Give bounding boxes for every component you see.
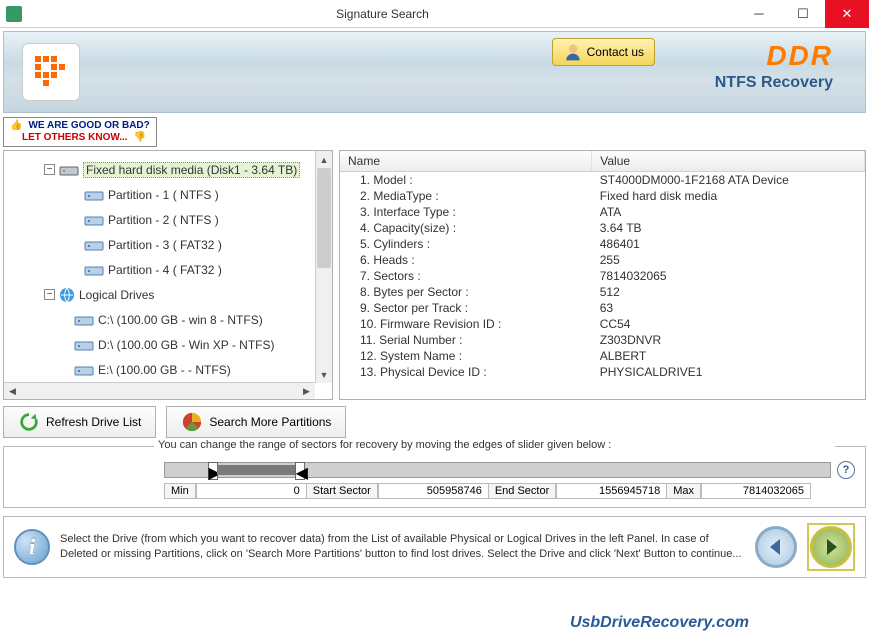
brand-name: DDR [715,40,833,72]
app-icon [6,6,22,22]
contact-us-button[interactable]: Contact us [552,38,655,66]
max-value: 7814032065 [701,483,811,499]
refresh-drive-list-button[interactable]: Refresh Drive List [3,406,156,438]
globe-icon [59,287,75,303]
help-icon[interactable]: ? [837,461,855,479]
info-icon: i [14,529,50,565]
review-button[interactable]: 👍 WE ARE GOOD OR BAD? LET OTHERS KNOW...… [3,117,157,147]
tree-partition-item[interactable]: Partition - 4 ( FAT32 ) [4,257,332,282]
table-row[interactable]: 13. Physical Device ID :PHYSICALDRIVE1 [340,364,865,380]
table-row[interactable]: 9. Sector per Track :63 [340,300,865,316]
table-row[interactable]: 11. Serial Number :Z303DNVR [340,332,865,348]
max-label: Max [666,483,701,499]
refresh-icon [18,411,40,433]
slider-end-handle[interactable]: ◀ [295,462,305,480]
scroll-right-icon[interactable]: ▶ [298,383,315,399]
table-row[interactable]: 5. Cylinders :486401 [340,236,865,252]
partition-icon [74,313,94,327]
table-row[interactable]: 12. System Name :ALBERT [340,348,865,364]
header-banner: Contact us DDR NTFS Recovery [3,31,866,113]
partition-icon [84,213,104,227]
table-row[interactable]: 3. Interface Type :ATA [340,204,865,220]
table-row[interactable]: 8. Bytes per Sector :512 [340,284,865,300]
partition-icon [84,188,104,202]
scroll-up-icon[interactable]: ▲ [316,151,332,168]
contact-label: Contact us [587,45,644,59]
table-row[interactable]: 2. MediaType :Fixed hard disk media [340,188,865,204]
col-value[interactable]: Value [592,151,865,172]
start-sector-value[interactable]: 505958746 [378,483,488,499]
col-name[interactable]: Name [340,151,592,172]
table-row[interactable]: 4. Capacity(size) :3.64 TB [340,220,865,236]
arrow-left-icon [766,537,786,557]
scroll-thumb[interactable] [317,168,331,268]
collapse-icon[interactable]: − [44,164,55,175]
end-sector-label: End Sector [488,483,556,499]
scroll-down-icon[interactable]: ▼ [316,366,332,383]
arrow-right-icon [821,537,841,557]
end-sector-value[interactable]: 1556945718 [556,483,666,499]
properties-table: Name Value 1. Model :ST4000DM000-1F2168 … [340,151,865,380]
logo-icon [22,43,80,101]
maximize-button[interactable]: ☐ [781,0,825,28]
min-value: 0 [196,483,306,499]
window-title: Signature Search [28,7,737,21]
properties-panel: Name Value 1. Model :ST4000DM000-1F2168 … [339,150,866,400]
tree-partition-item[interactable]: Partition - 3 ( FAT32 ) [4,232,332,257]
tree-logical-item[interactable]: C:\ (100.00 GB - win 8 - NTFS) [4,307,332,332]
tree-partition-item[interactable]: Partition - 1 ( NTFS ) [4,182,332,207]
partition-icon [84,263,104,277]
collapse-icon[interactable]: − [44,289,55,300]
pie-chart-icon [181,411,203,433]
tree-root[interactable]: Fixed hard disk media (Disk1 - 3.64 TB) [83,162,300,178]
window-titlebar: Signature Search ─ ☐ ✕ [0,0,869,28]
watermark: UsbDriveRecovery.com [570,614,749,632]
drive-tree[interactable]: − Fixed hard disk media (Disk1 - 3.64 TB… [3,150,333,400]
logical-drives-node[interactable]: Logical Drives [79,288,154,302]
instruction-panel: i Select the Drive (from which you want … [3,516,866,578]
table-row[interactable]: 6. Heads :255 [340,252,865,268]
start-sector-label: Start Sector [306,483,378,499]
table-row[interactable]: 1. Model :ST4000DM000-1F2168 ATA Device [340,172,865,189]
search-more-partitions-button[interactable]: Search More Partitions [166,406,346,438]
back-button[interactable] [755,526,797,568]
close-button[interactable]: ✕ [825,0,869,28]
brand-subtitle: NTFS Recovery [715,74,833,92]
brand-block: DDR NTFS Recovery [715,40,833,92]
min-label: Min [164,483,196,499]
next-button[interactable] [810,526,852,568]
partition-icon [84,238,104,252]
person-icon [563,42,583,62]
sector-slider[interactable]: ▶ ◀ [164,462,831,478]
instruction-text: Select the Drive (from which you want to… [60,532,745,562]
scroll-left-icon[interactable]: ◀ [4,383,21,399]
tree-vertical-scrollbar[interactable]: ▲ ▼ [315,151,332,383]
partition-icon [74,338,94,352]
table-row[interactable]: 7. Sectors :7814032065 [340,268,865,284]
tree-partition-item[interactable]: Partition - 2 ( NTFS ) [4,207,332,232]
tree-logical-item[interactable]: D:\ (100.00 GB - Win XP - NTFS) [4,332,332,357]
tree-horizontal-scrollbar[interactable]: ◀ ▶ [4,382,315,399]
table-row[interactable]: 10. Firmware Revision ID :CC54 [340,316,865,332]
hard-disk-icon [59,163,79,177]
sector-range-group: You can change the range of sectors for … [3,446,866,508]
range-hint: You can change the range of sectors for … [154,439,835,451]
minimize-button[interactable]: ─ [737,0,781,28]
partition-icon [74,363,94,377]
tree-logical-item[interactable]: E:\ (100.00 GB - - NTFS) [4,357,332,382]
